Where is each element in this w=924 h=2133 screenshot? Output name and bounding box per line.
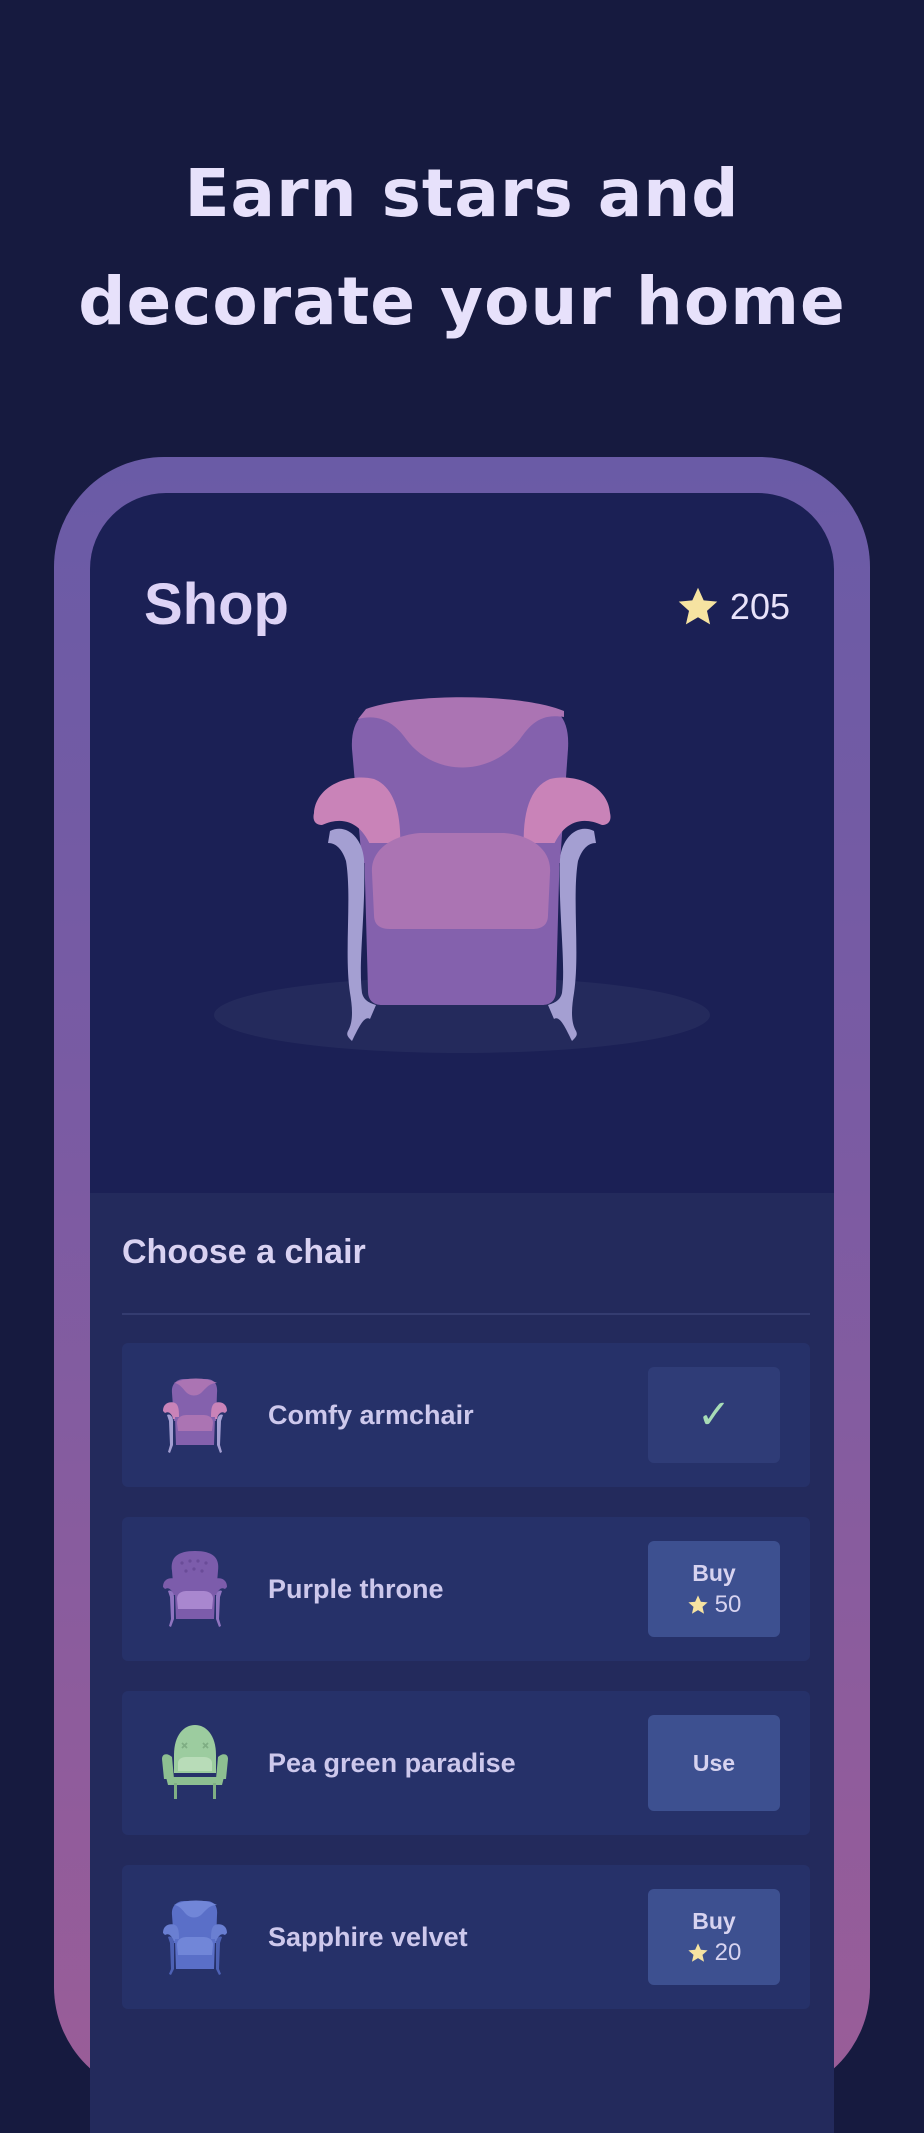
item-name: Pea green paradise	[268, 1748, 516, 1778]
selected-button[interactable]: ✓	[648, 1367, 780, 1463]
star-icon	[688, 1942, 708, 1962]
star-balance: 205	[676, 585, 790, 629]
divider	[122, 1313, 810, 1315]
phone-frame: Shop 205 Choose a chair Comfy armchair ✓…	[54, 457, 870, 2133]
price-value: 50	[714, 1590, 742, 1618]
star-icon	[678, 587, 718, 625]
star-balance-value: 205	[729, 586, 790, 627]
panel-title: Choose a chair	[122, 1233, 366, 1271]
price: 20	[687, 1938, 742, 1967]
armchair-illustration	[214, 697, 710, 1053]
buy-button[interactable]: Buy 20	[648, 1889, 780, 1985]
list-item[interactable]: Purple throne Buy 50	[122, 1517, 810, 1661]
comfy-armchair-icon	[163, 1378, 227, 1453]
item-name: Purple throne	[268, 1574, 444, 1604]
use-label: Use	[692, 1749, 736, 1776]
item-name: Comfy armchair	[268, 1400, 474, 1430]
sapphire-velvet-icon	[163, 1900, 227, 1975]
list-item[interactable]: Comfy armchair ✓	[122, 1343, 810, 1487]
list-item[interactable]: Pea green paradise Use	[122, 1691, 810, 1835]
use-button[interactable]: Use	[648, 1715, 780, 1811]
page-title: Shop	[144, 572, 289, 637]
buy-button[interactable]: Buy 50	[648, 1541, 780, 1637]
checkmark-icon: ✓	[697, 1393, 731, 1437]
item-name: Sapphire velvet	[268, 1922, 468, 1952]
list-item[interactable]: Sapphire velvet Buy 20	[122, 1865, 810, 2009]
headline-line-2: decorate your home	[78, 263, 846, 340]
star-icon	[688, 1594, 708, 1614]
buy-label: Buy	[692, 1907, 736, 1934]
headline-line-1: Earn stars and	[184, 155, 740, 232]
price-value: 20	[714, 1938, 742, 1966]
buy-label: Buy	[692, 1559, 736, 1586]
purple-throne-icon	[163, 1551, 227, 1627]
headline: Earn stars and decorate your home	[0, 140, 924, 356]
phone-screen: Shop 205 Choose a chair Comfy armchair ✓…	[90, 493, 834, 2133]
price: 50	[687, 1590, 742, 1619]
chair-chooser-panel: Choose a chair Comfy armchair ✓ Purple t…	[90, 1193, 834, 2133]
pea-green-chair-icon	[162, 1725, 228, 1799]
chair-seat	[371, 833, 551, 929]
